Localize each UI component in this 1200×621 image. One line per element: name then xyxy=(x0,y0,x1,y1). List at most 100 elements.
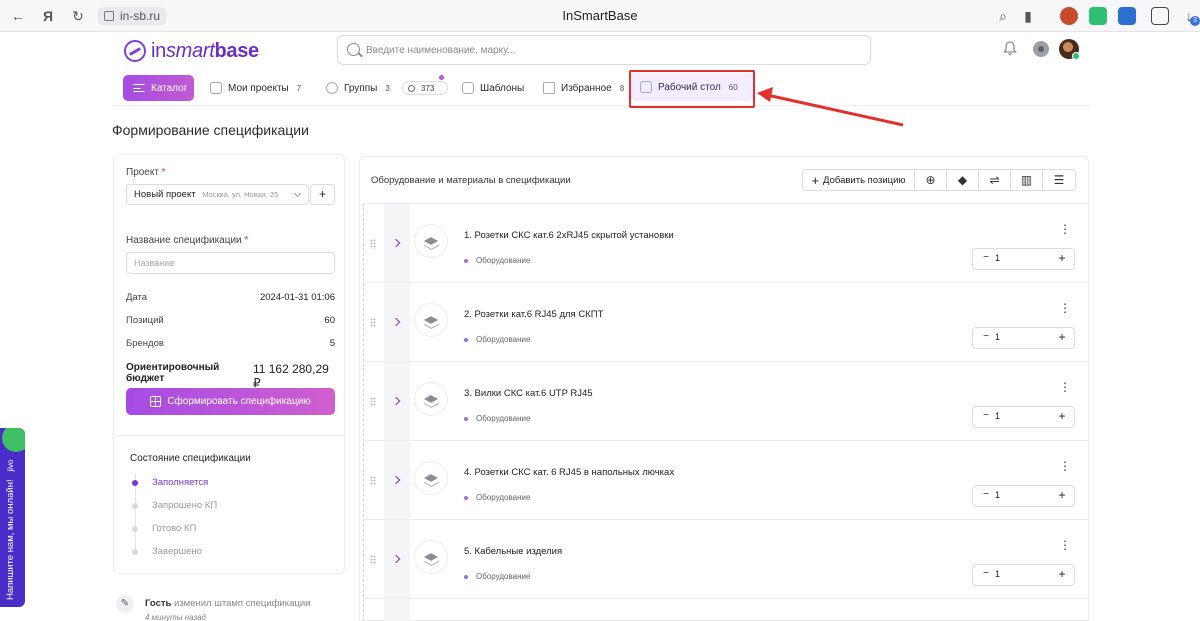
status-step-filling: Заполняется xyxy=(132,477,208,488)
bell-icon[interactable] xyxy=(1003,41,1017,56)
nav-groups[interactable]: Группы 3 xyxy=(326,77,390,99)
item-name[interactable]: 5. Кабельные изделия xyxy=(464,546,562,557)
quantity-stepper: − 1 + xyxy=(972,406,1075,428)
decrease-button[interactable]: − xyxy=(979,489,993,500)
project-label: Проект * xyxy=(126,167,166,178)
menu-icon xyxy=(133,84,145,92)
generate-spec-button[interactable]: Сформировать спецификацию xyxy=(126,388,335,415)
settings-icon[interactable] xyxy=(1033,41,1049,57)
equipment-row: 2. Розетки кат.6 RJ45 для СКПТ Оборудова… xyxy=(363,282,1089,362)
item-category: Оборудование xyxy=(464,256,530,265)
quantity-value[interactable]: 1 xyxy=(995,411,1000,421)
item-image-icon xyxy=(414,224,448,258)
drag-handle-icon[interactable] xyxy=(370,239,376,249)
chevron-right-icon[interactable] xyxy=(391,554,401,564)
spec-name-input[interactable] xyxy=(126,252,335,274)
item-name[interactable]: 3. Вилки СКС кат.6 UTP RJ45 xyxy=(464,388,593,399)
chat-widget[interactable]: Напишите нам, мы онлайн! jivo xyxy=(0,428,25,607)
quantity-value[interactable]: 1 xyxy=(995,490,1000,500)
extension-p-icon[interactable] xyxy=(1089,7,1107,25)
playlist-add-icon[interactable]: ☰ xyxy=(1043,170,1075,190)
more-vertical-icon[interactable]: ⋮ xyxy=(1059,223,1071,235)
layers-icon xyxy=(210,82,222,94)
drag-handle-icon[interactable] xyxy=(370,397,376,407)
quantity-value[interactable]: 1 xyxy=(995,332,1000,342)
equipment-row: 3. Вилки СКС кат.6 UTP RJ45 Оборудование… xyxy=(363,361,1089,441)
status-step-ready: Готово КП xyxy=(132,523,196,534)
drag-handle-icon[interactable] xyxy=(370,555,376,565)
quantity-value[interactable]: 1 xyxy=(995,253,1000,263)
decrease-button[interactable]: − xyxy=(979,252,993,263)
item-name[interactable]: 1. Розетки СКС кат.6 2хRJ45 скрытой уста… xyxy=(464,230,674,241)
add-circle-icon[interactable]: ⊕ xyxy=(915,170,947,190)
delete-list-icon[interactable]: ▥ xyxy=(1011,170,1043,190)
drag-handle-icon[interactable] xyxy=(370,318,376,328)
browser-toolbar: ← Я ↻ in-sb.ru InSmartBase ⌕ ▮ ↓ 3 xyxy=(0,0,1200,32)
divider xyxy=(114,435,344,436)
nav-templates[interactable]: Шаблоны xyxy=(462,77,524,99)
quantity-stepper: − 1 + xyxy=(972,485,1075,507)
decrease-button[interactable]: − xyxy=(979,331,993,342)
chevron-right-icon[interactable] xyxy=(391,475,401,485)
search-icon[interactable]: ⌕ xyxy=(995,8,1011,24)
pencil-icon: ✎ xyxy=(116,595,134,613)
budget-row: Ориентировочный бюджет 11 162 280,29 ₽ xyxy=(126,362,329,390)
clock-icon xyxy=(408,84,415,92)
equipment-row: 4. Розетки СКС кат. 6 RJ45 в напольных л… xyxy=(363,440,1089,520)
decrease-button[interactable]: − xyxy=(979,568,993,579)
avatar[interactable] xyxy=(1059,39,1080,60)
chat-widget-label: Напишите нам, мы онлайн! jivo xyxy=(5,459,16,600)
notification-dot xyxy=(439,75,444,80)
chevron-right-icon[interactable] xyxy=(391,396,401,406)
extension-s-icon[interactable] xyxy=(1118,7,1136,25)
project-select[interactable]: Новый проект Москва, ул. Новая, 25 xyxy=(126,184,309,205)
nav-my-projects[interactable]: Мои проекты 7 xyxy=(210,77,301,99)
decrease-button[interactable]: − xyxy=(979,410,993,421)
layers-icon[interactable]: ◆ xyxy=(947,170,979,190)
pending-badge[interactable]: 373 xyxy=(402,81,448,95)
annotation-highlight xyxy=(629,70,755,108)
increase-button[interactable]: + xyxy=(1055,251,1069,265)
activity-text: Гость изменил штамп спецификации xyxy=(145,598,311,609)
chevron-right-icon[interactable] xyxy=(391,317,401,327)
quantity-stepper: − 1 + xyxy=(972,327,1075,349)
increase-button[interactable]: + xyxy=(1055,409,1069,423)
page-title: Формирование спецификации xyxy=(112,122,309,138)
search-input[interactable] xyxy=(366,42,846,59)
item-name[interactable]: 2. Розетки кат.6 RJ45 для СКПТ xyxy=(464,309,603,320)
bookmark-icon[interactable]: ▮ xyxy=(1020,8,1036,24)
extension-chat-icon[interactable] xyxy=(1151,7,1169,25)
item-image-icon xyxy=(414,382,448,416)
increase-button[interactable]: + xyxy=(1055,567,1069,581)
catalog-button[interactable]: Каталог xyxy=(123,75,194,101)
chevron-down-icon xyxy=(293,189,302,198)
equipment-row: 5. Кабельные изделия Оборудование ⋮ − 1 … xyxy=(363,519,1089,599)
extension-avatar-icon[interactable] xyxy=(1060,7,1078,25)
more-vertical-icon[interactable]: ⋮ xyxy=(1059,460,1071,472)
spec-status-title: Состояние спецификации xyxy=(130,453,251,464)
spec-name-label: Название спецификации * xyxy=(126,235,249,246)
status-step-requested: Запрошено КП xyxy=(132,500,217,511)
add-project-button[interactable]: + xyxy=(310,184,335,205)
status-step-done: Завершено xyxy=(132,546,202,557)
more-vertical-icon[interactable]: ⋮ xyxy=(1059,302,1071,314)
nav-favorites[interactable]: Избранное 8 xyxy=(543,77,624,99)
more-vertical-icon[interactable]: ⋮ xyxy=(1059,539,1071,551)
increase-button[interactable]: + xyxy=(1055,330,1069,344)
more-vertical-icon[interactable]: ⋮ xyxy=(1059,381,1071,393)
increase-button[interactable]: + xyxy=(1055,488,1069,502)
annotation-arrow-icon xyxy=(757,87,904,127)
search-box[interactable] xyxy=(337,35,871,65)
equipment-panel: Оборудование и материалы в спецификации … xyxy=(359,156,1089,621)
chevron-right-icon[interactable] xyxy=(391,238,401,248)
sliders-icon[interactable]: ⇌ xyxy=(979,170,1011,190)
add-position-button[interactable]: + Добавить позицию xyxy=(803,170,915,190)
item-name[interactable]: 4. Розетки СКС кат. 6 RJ45 в напольных л… xyxy=(464,467,674,478)
quantity-value[interactable]: 1 xyxy=(995,569,1000,579)
main-nav: Каталог Мои проекты 7 Группы 3 373 Шабло… xyxy=(112,68,1090,106)
drag-handle-icon[interactable] xyxy=(370,476,376,486)
item-image-icon xyxy=(414,303,448,337)
logo[interactable]: insmartbase xyxy=(124,39,259,63)
equipment-row-partial xyxy=(363,598,1089,621)
search-icon xyxy=(347,43,360,56)
